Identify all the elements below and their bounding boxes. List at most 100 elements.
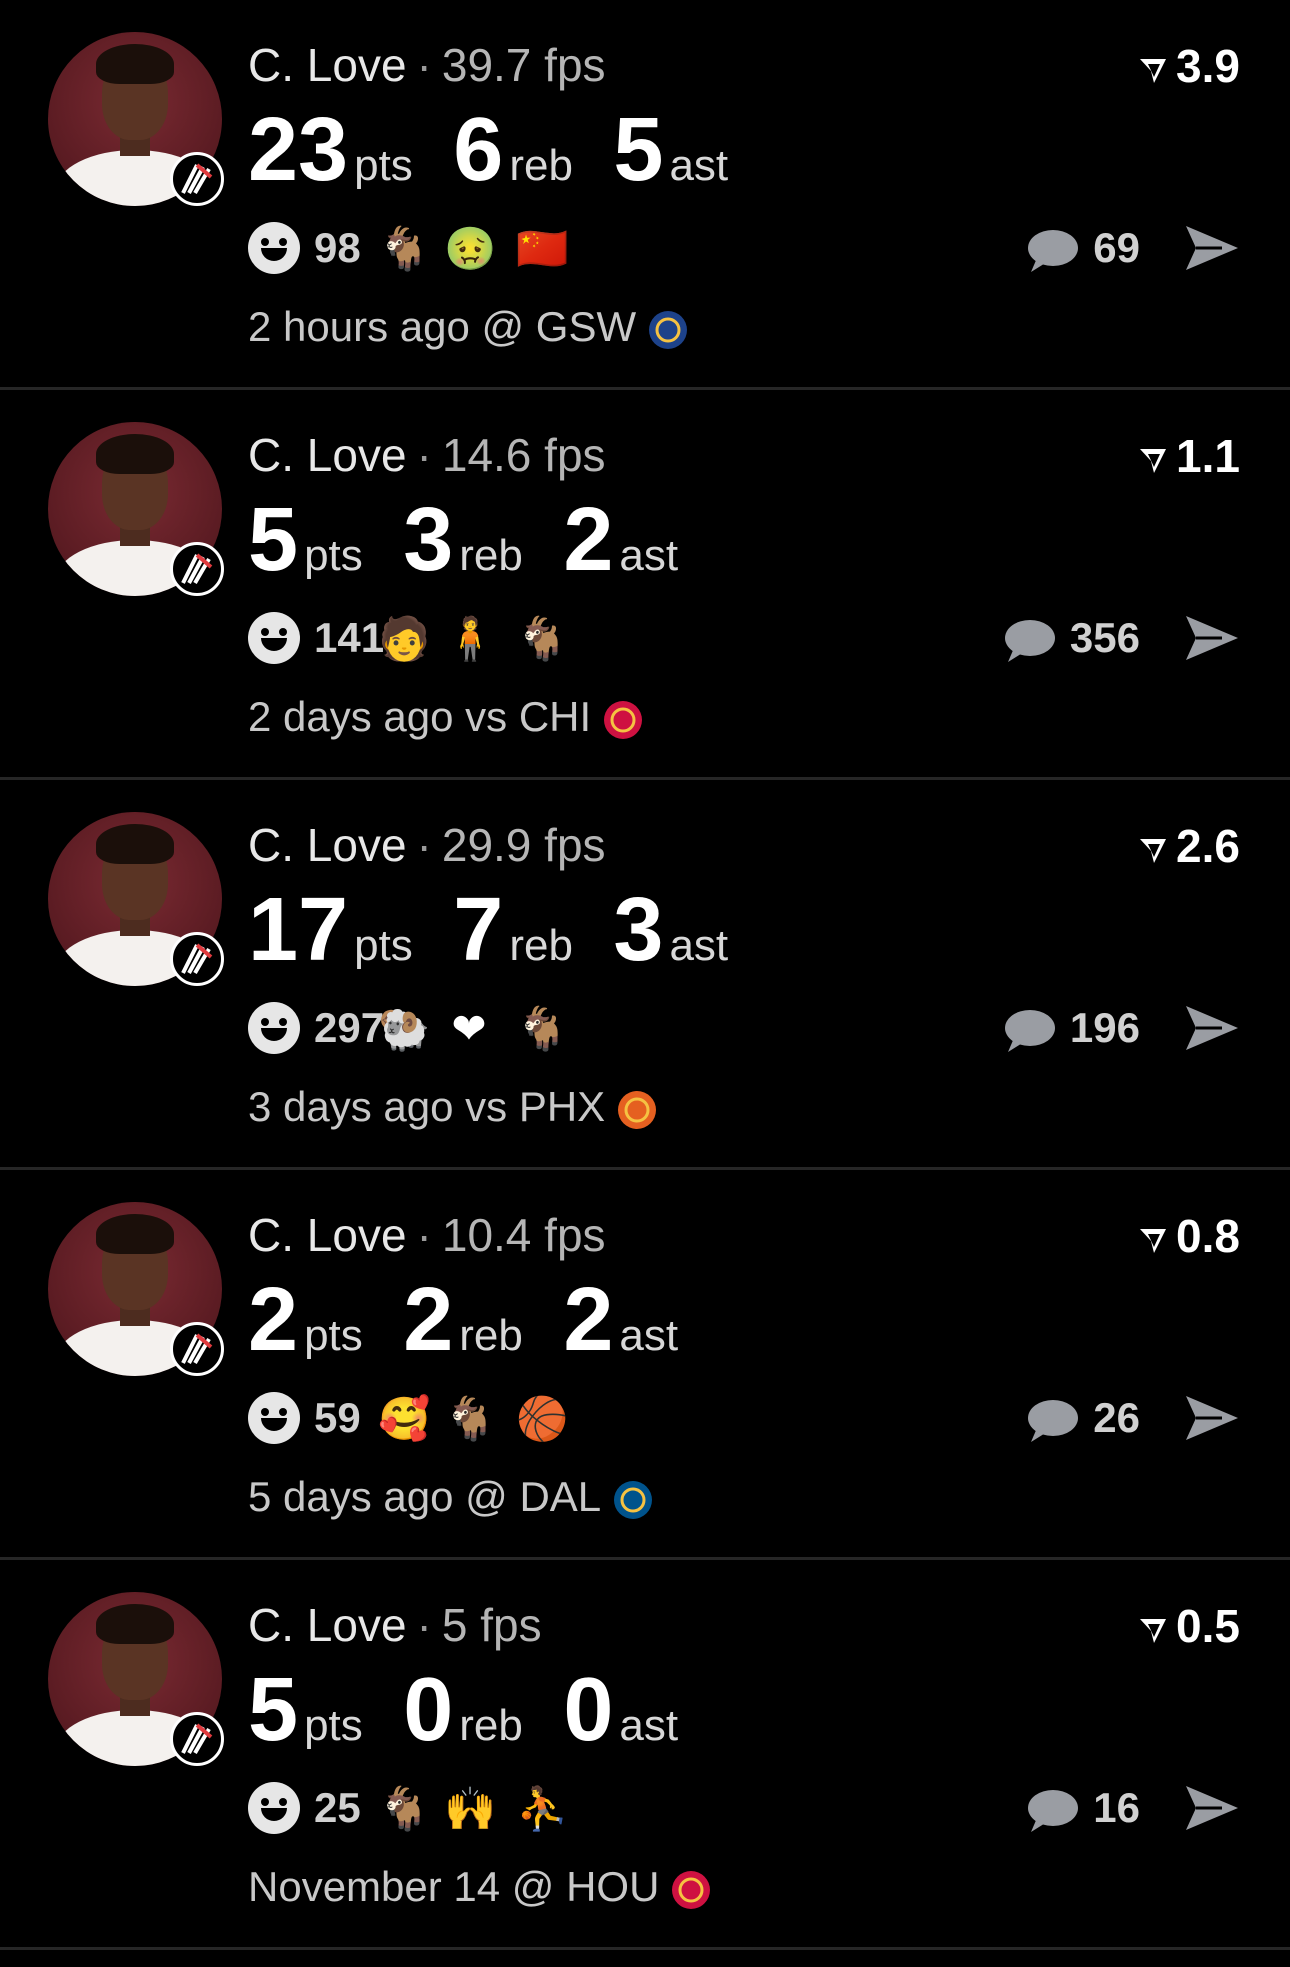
- stat-0: 23 pts: [248, 100, 413, 200]
- stat-0: 5 pts: [248, 490, 363, 590]
- smiling-hearts-face-icon[interactable]: 🥰: [378, 1394, 430, 1444]
- post-header: C. Love · 39.7 fps: [248, 36, 606, 94]
- stat-unit: reb: [459, 1311, 523, 1360]
- sick-face-icon[interactable]: 🤢: [444, 224, 496, 274]
- stat-0: 2 pts: [248, 1270, 363, 1370]
- separator-dot: ·: [416, 429, 432, 481]
- stat-unit: pts: [354, 141, 413, 190]
- feed-post[interactable]: C. Love · 29.9 fps 2.6 17 pts 7 reb 3 ast: [0, 780, 1290, 1170]
- feed-post[interactable]: C. Love·14.6 fps 1.1 5pts 3reb 2ast: [0, 390, 1290, 780]
- player-name[interactable]: C. Love: [248, 1209, 407, 1261]
- rating-score[interactable]: 2.6: [1138, 818, 1240, 874]
- player-name[interactable]: C. Love: [248, 39, 407, 91]
- game-info[interactable]: 5 days ago @ DAL: [248, 1470, 655, 1524]
- game-info[interactable]: 2 hours ago @ GSW: [248, 300, 690, 354]
- stat-value: 3: [613, 880, 664, 980]
- player-face-icon[interactable]: 🧑: [378, 614, 430, 664]
- stat-unit: pts: [304, 1701, 363, 1750]
- reaction-count[interactable]: 98: [314, 220, 361, 276]
- reaction-count[interactable]: 297: [314, 1000, 384, 1056]
- smiley-icon[interactable]: [248, 1002, 300, 1054]
- paper-plane-icon[interactable]: [1182, 222, 1242, 274]
- game-time: 5 days ago @ DAL: [248, 1473, 602, 1520]
- speech-bubble-icon: [1028, 1399, 1079, 1442]
- feed-post[interactable]: C. Love·10.4 fps 0.8 2pts 2reb 2ast: [0, 1170, 1290, 1560]
- reaction-count[interactable]: 141: [314, 610, 384, 666]
- goat-icon[interactable]: 🐐: [516, 614, 568, 664]
- stat-value: 5: [613, 100, 664, 200]
- comments-button[interactable]: 26: [1023, 1392, 1140, 1444]
- heart-icon[interactable]: ❤: [444, 1004, 494, 1054]
- stat-value: 2: [248, 1270, 299, 1370]
- stat-unit: pts: [354, 921, 413, 970]
- player-name[interactable]: C. Love: [248, 429, 407, 481]
- reaction-row: 25 🐐 🙌 ⛹: [248, 1780, 808, 1836]
- stat-value: 0: [403, 1660, 454, 1760]
- paper-plane-icon[interactable]: [1182, 612, 1242, 664]
- feed-post[interactable]: C. Love · 39.7 fps 3.9 23 pts 6 reb 5 ast: [0, 0, 1290, 390]
- stat-unit: ast: [619, 1311, 679, 1360]
- blazers-pinwheel-icon: [170, 1712, 224, 1766]
- paper-plane-icon[interactable]: [1182, 1392, 1242, 1444]
- rating-value: 1.1: [1176, 430, 1240, 482]
- comments-button[interactable]: 196: [1000, 1002, 1140, 1054]
- goat-icon[interactable]: 🐐: [378, 224, 430, 274]
- comments-button[interactable]: 69: [1023, 222, 1140, 274]
- smiley-icon[interactable]: [248, 1392, 300, 1444]
- stat-unit: ast: [669, 141, 729, 190]
- stat-unit: reb: [509, 921, 573, 970]
- rating-value: 0.5: [1176, 1600, 1240, 1652]
- rating-score[interactable]: 0.5: [1138, 1598, 1240, 1654]
- goat-icon[interactable]: 🐐: [378, 1784, 430, 1834]
- game-info[interactable]: 2 days ago vs CHI: [248, 690, 645, 744]
- separator-dot: ·: [416, 1209, 432, 1261]
- stat-unit: ast: [669, 921, 729, 970]
- stat-line: 23 pts 6 reb 5 ast: [248, 100, 764, 200]
- separator-dot: ·: [416, 819, 432, 871]
- stat-unit: pts: [304, 531, 363, 580]
- rating-score[interactable]: 0.8: [1138, 1208, 1240, 1264]
- fantasy-points: 39.7 fps: [441, 39, 606, 91]
- game-time: November 14 @ HOU: [248, 1863, 660, 1910]
- china-flag-icon[interactable]: 🇨🇳: [516, 224, 568, 274]
- person-figure-icon[interactable]: 🧍: [444, 614, 496, 664]
- feed-post[interactable]: C. Love·5 fps 0.5 5pts 0reb 0ast 25: [0, 1560, 1290, 1950]
- goat-icon[interactable]: 🐐: [444, 1394, 496, 1444]
- game-time: 2 hours ago @ GSW: [248, 303, 637, 350]
- fantasy-points: 10.4 fps: [441, 1209, 606, 1261]
- stat-value: 2: [563, 490, 614, 590]
- rating-value: 2.6: [1176, 820, 1240, 872]
- player-dunk-icon[interactable]: ⛹: [516, 1784, 568, 1834]
- goat-icon[interactable]: 🐐: [516, 1004, 568, 1054]
- comments-button[interactable]: 356: [1000, 612, 1140, 664]
- lakers-player-icon[interactable]: 🏀: [516, 1394, 568, 1444]
- avatar-hair: [96, 44, 174, 84]
- paper-plane-icon[interactable]: [1182, 1002, 1242, 1054]
- ram-icon[interactable]: 🐏: [378, 1004, 430, 1054]
- stat-0: 17 pts: [248, 880, 413, 980]
- smiley-icon[interactable]: [248, 612, 300, 664]
- smiley-icon[interactable]: [248, 222, 300, 274]
- rating-score[interactable]: 3.9: [1138, 38, 1240, 94]
- comment-count: 26: [1093, 1394, 1140, 1441]
- game-info[interactable]: 3 days ago vs PHX: [248, 1080, 659, 1134]
- comments-button[interactable]: 16: [1023, 1782, 1140, 1834]
- reaction-count[interactable]: 59: [314, 1390, 361, 1446]
- stat-line: 5 pts 0 reb 0 ast: [248, 1660, 714, 1760]
- stat-0: 5 pts: [248, 1660, 363, 1760]
- comment-count: 16: [1093, 1784, 1140, 1831]
- blazers-pinwheel-icon: [170, 152, 224, 206]
- avatar-hair: [96, 434, 174, 474]
- player-name[interactable]: C. Love: [248, 819, 407, 871]
- fantasy-points: 14.6 fps: [441, 429, 606, 481]
- player-gesture-icon[interactable]: 🙌: [444, 1784, 496, 1834]
- avatar-hair: [96, 1214, 174, 1254]
- reaction-count[interactable]: 25: [314, 1780, 361, 1836]
- stat-value: 23: [248, 100, 349, 200]
- bulls-logo: [604, 700, 643, 739]
- rating-score[interactable]: 1.1: [1138, 428, 1240, 484]
- game-info[interactable]: November 14 @ HOU: [248, 1860, 713, 1914]
- smiley-icon[interactable]: [248, 1782, 300, 1834]
- paper-plane-icon[interactable]: [1182, 1782, 1242, 1834]
- player-name[interactable]: C. Love: [248, 1599, 407, 1651]
